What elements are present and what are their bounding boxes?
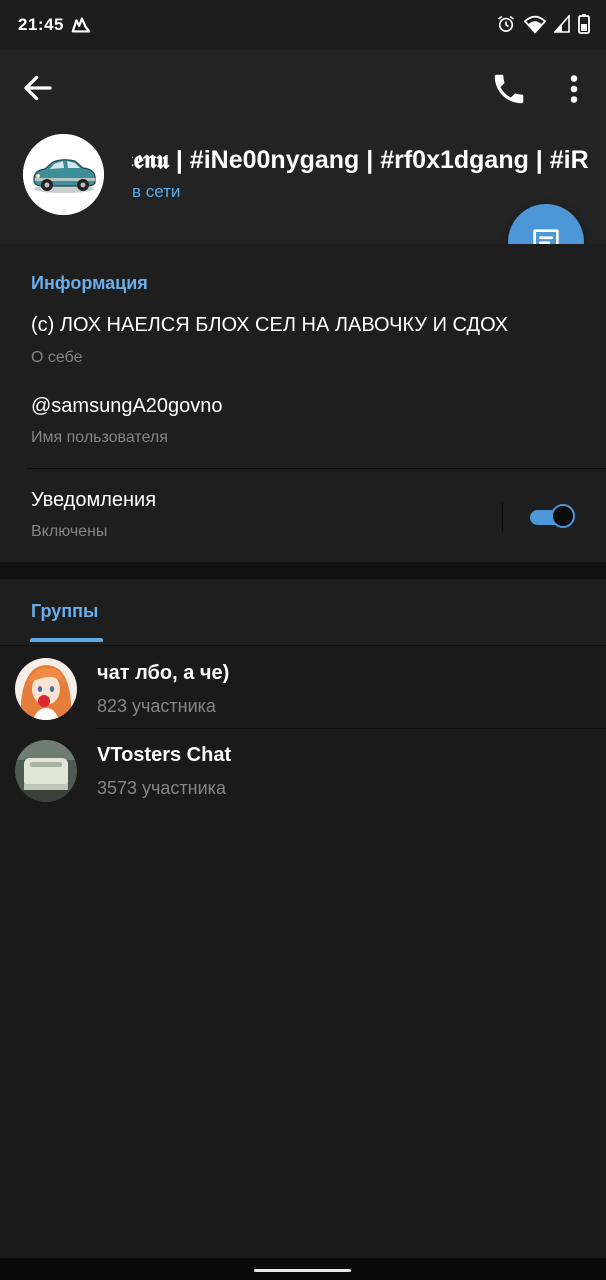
toggle-knob — [551, 504, 575, 528]
username-text[interactable]: @samsungA20govno — [31, 395, 223, 418]
app-notification-icon — [71, 17, 91, 33]
bio-text[interactable]: (с) ЛОХ НАЕЛСЯ БЛОХ СЕЛ НА ЛАВОЧКУ И СДО… — [31, 314, 508, 337]
group-avatar — [15, 740, 77, 802]
group-members-count: 3573 участника — [97, 778, 226, 798]
list-item[interactable]: чат лбо, а че) 823 участника — [0, 646, 606, 727]
media-tabs: Группы — [0, 579, 606, 645]
tab-groups[interactable]: Группы — [31, 601, 98, 622]
group-name: чат лбо, а че) — [97, 662, 230, 684]
profile-name: 𝖒𝖊𝖓𝖚 | #iNe00nygang | #rf0x1dgang | #iR — [132, 146, 589, 174]
profile-header: 𝖒𝖊𝖓𝖚 | #iNe00nygang | #rf0x1dgang | #iR … — [0, 50, 606, 244]
notifications-toggle[interactable] — [530, 503, 578, 531]
section-title-info: Информация — [31, 273, 148, 293]
online-status: в сети — [132, 182, 181, 201]
status-time: 21:45 — [18, 15, 64, 34]
divider — [27, 468, 606, 469]
status-bar: 21:45 — [0, 0, 606, 50]
wifi-icon — [524, 15, 546, 34]
list-item[interactable]: VTosters Chat 3573 участника — [0, 728, 606, 809]
toggle-separator — [502, 502, 503, 532]
group-avatar — [15, 658, 77, 720]
navigation-bar — [0, 1258, 606, 1280]
home-gesture-handle[interactable] — [254, 1269, 351, 1272]
battery-icon — [578, 14, 590, 34]
more-vertical-icon[interactable] — [556, 70, 592, 108]
group-members-count: 823 участника — [97, 696, 216, 716]
phone-icon[interactable] — [490, 70, 528, 108]
notifications-state: Включены — [31, 523, 108, 540]
info-section: Информация (с) ЛОХ НАЕЛСЯ БЛОХ СЕЛ НА ЛА… — [0, 244, 606, 562]
notifications-title[interactable]: Уведомления — [31, 489, 156, 512]
alarm-icon — [498, 15, 514, 32]
tab-indicator — [30, 638, 103, 642]
username-label: Имя пользователя — [31, 429, 168, 446]
signal-icon — [554, 15, 570, 33]
back-arrow-icon[interactable] — [20, 70, 56, 106]
group-name: VTosters Chat — [97, 744, 232, 766]
anime-girl-image — [15, 658, 77, 720]
bio-label: О себе — [31, 349, 83, 366]
section-gap — [0, 562, 606, 579]
profile-avatar[interactable] — [23, 134, 104, 215]
car-image — [23, 134, 104, 215]
toaster-image — [15, 740, 77, 802]
